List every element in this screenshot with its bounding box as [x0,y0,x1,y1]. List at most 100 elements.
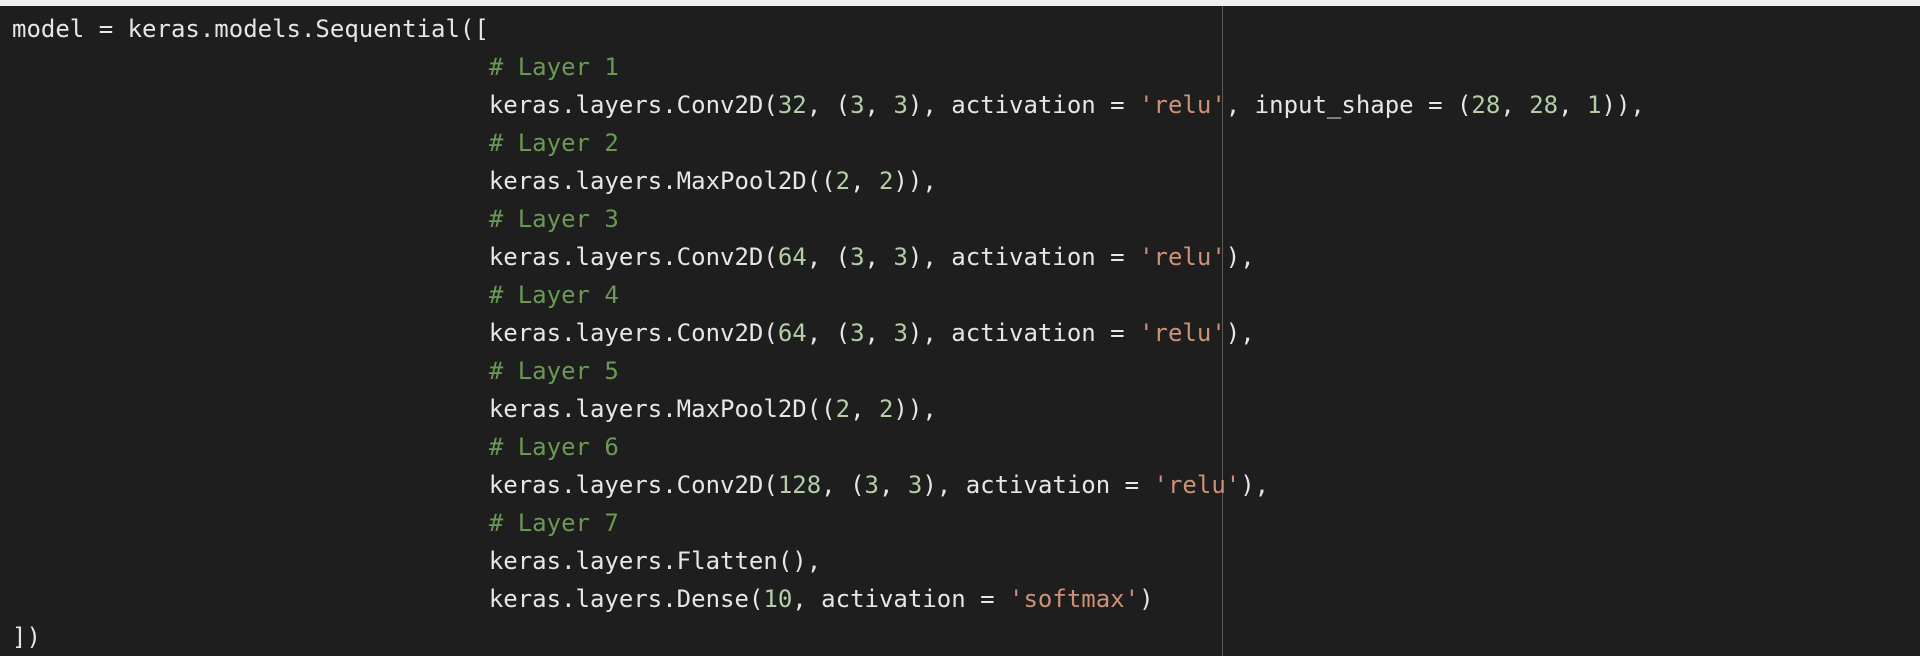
code-token: keras.layers.MaxPool2D(( [488,167,836,195]
code-token: , input_shape = ( [1225,91,1472,119]
code-token: )), [1601,91,1645,119]
code-token: keras.layers.Flatten(), [488,547,822,575]
number-literal: 64 [777,243,807,271]
code-comment: # Layer 2 [488,129,619,157]
code-line[interactable]: keras.layers.Flatten(), [12,542,1645,580]
code-token: keras.layers.Conv2D( [488,319,778,347]
number-literal: 1 [1587,91,1602,119]
code-line[interactable]: keras.layers.MaxPool2D((2, 2)), [12,162,1645,200]
number-literal: 2 [878,167,894,195]
number-literal: 32 [777,91,807,119]
code-line[interactable]: keras.layers.Dense(10, activation = 'sof… [12,580,1645,618]
code-token: ), [1225,243,1255,271]
number-literal: 28 [1529,91,1559,119]
code-token: keras.layers.Conv2D( [488,243,778,271]
number-literal: 10 [763,585,793,613]
number-literal: 64 [777,319,807,347]
code-comment: # Layer 3 [488,205,619,233]
code-token: , ( [806,319,851,347]
code-editor[interactable]: model = keras.models.Sequential([ # Laye… [0,6,1920,656]
code-token: , [850,167,879,195]
code-comment: # Layer 4 [488,281,619,309]
code-token: ), activation = [907,319,1140,347]
code-token: keras.layers.Conv2D( [488,91,778,119]
number-literal: 3 [850,91,865,119]
code-line[interactable]: # Layer 6 [12,428,1645,466]
code-token: ), activation = [922,471,1154,499]
string-literal: 'softmax' [1009,585,1140,613]
code-token: ) [1139,585,1154,613]
string-literal: 'relu' [1139,243,1226,271]
code-token: , [878,471,908,499]
code-token: , ( [821,471,865,499]
code-token: , activation = [792,585,1010,613]
code-line[interactable]: # Layer 1 [12,48,1645,86]
number-literal: 3 [864,471,879,499]
code-comment: # Layer 6 [488,433,619,461]
code-line[interactable]: # Layer 5 [12,352,1645,390]
number-literal: 3 [850,319,865,347]
string-literal: 'relu' [1139,319,1226,347]
code-block[interactable]: model = keras.models.Sequential([ # Laye… [12,10,1645,656]
code-line[interactable]: keras.layers.MaxPool2D((2, 2)), [12,390,1645,428]
number-literal: 3 [893,91,908,119]
number-literal: 3 [907,471,923,499]
code-token: ), activation = [907,243,1140,271]
string-literal: 'relu' [1139,91,1226,119]
code-line[interactable]: keras.layers.Conv2D(64, (3, 3), activati… [12,238,1645,276]
code-line[interactable]: # Layer 2 [12,124,1645,162]
code-token: , [864,91,894,119]
code-token: ), [1225,319,1255,347]
code-token: )), [893,167,937,195]
number-literal: 3 [893,319,908,347]
code-comment: # Layer 1 [488,53,619,81]
code-token: , [1500,91,1530,119]
code-token: keras.layers.Conv2D( [488,471,778,499]
number-literal: 3 [893,243,908,271]
code-line[interactable]: ]) [12,618,1645,656]
code-token: model = keras.models.Sequential([ [12,15,489,43]
code-token: ]) [12,623,41,651]
code-line[interactable]: # Layer 3 [12,200,1645,238]
number-literal: 2 [835,395,851,423]
code-line[interactable]: model = keras.models.Sequential([ [12,10,1645,48]
code-line[interactable]: keras.layers.Conv2D(128, (3, 3), activat… [12,466,1645,504]
code-token: , ( [806,243,851,271]
number-literal: 28 [1471,91,1501,119]
code-line[interactable]: # Layer 7 [12,504,1645,542]
code-comment: # Layer 7 [488,509,619,537]
number-literal: 3 [850,243,865,271]
code-token: , [864,319,894,347]
number-literal: 2 [835,167,851,195]
string-literal: 'relu' [1153,471,1241,499]
code-comment: # Layer 5 [488,357,619,385]
code-line[interactable]: # Layer 4 [12,276,1645,314]
code-token: , [1558,91,1588,119]
code-line[interactable]: keras.layers.Conv2D(64, (3, 3), activati… [12,314,1645,352]
code-token: ), [1240,471,1270,499]
code-token: keras.layers.MaxPool2D(( [488,395,836,423]
code-token: , [850,395,879,423]
number-literal: 2 [878,395,894,423]
code-line[interactable]: keras.layers.Conv2D(32, (3, 3), activati… [12,86,1645,124]
code-token: , ( [806,91,851,119]
code-token: , [864,243,894,271]
code-token: ), activation = [907,91,1140,119]
code-token: )), [893,395,937,423]
number-literal: 128 [777,471,822,499]
